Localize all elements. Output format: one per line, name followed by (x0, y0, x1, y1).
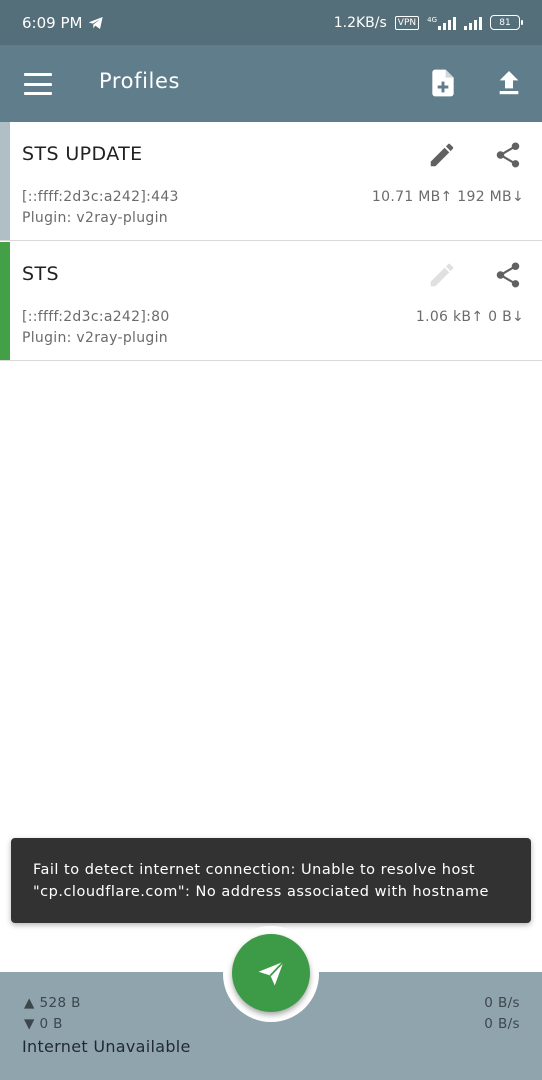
status-bar-left: 6:09 PM (22, 14, 104, 32)
upload-icon[interactable] (493, 67, 525, 99)
profile-server: [::ffff:2d3c:a242]:80 (22, 309, 170, 325)
connect-button[interactable] (232, 934, 310, 1012)
share-icon[interactable] (493, 260, 523, 290)
network-speed: 1.2KB/s (333, 14, 387, 31)
snackbar-line-2: "cp.cloudflare.com": No address associat… (33, 884, 489, 900)
status-bar-right: 1.2KB/s VPN 4G 81 (333, 14, 523, 31)
app-toolbar: Profiles (0, 45, 542, 122)
profile-traffic: 1.06 kB↑ 0 B↓ (415, 309, 524, 325)
add-file-icon[interactable] (427, 67, 459, 99)
profile-plugin: Plugin: v2ray-plugin (22, 330, 168, 346)
profile-plugin: Plugin: v2ray-plugin (22, 210, 168, 226)
signal-icon-2 (464, 16, 482, 30)
profile-server: [::ffff:2d3c:a242]:443 (22, 189, 179, 205)
network-type: 4G (427, 15, 437, 24)
connection-status: Internet Unavailable (22, 1037, 191, 1056)
tx-total: ▲ 528 B (24, 995, 81, 1011)
menu-icon[interactable] (22, 71, 54, 97)
rx-rate: 0 B/s (484, 1016, 520, 1032)
battery-icon: 81 (490, 15, 523, 30)
profile-name: STS (22, 263, 59, 285)
telegram-icon (89, 16, 104, 29)
page-title: Profiles (99, 69, 181, 93)
profile-accent-bar (0, 242, 10, 360)
share-icon[interactable] (493, 140, 523, 170)
error-snackbar: Fail to detect internet connection: Unab… (11, 838, 531, 923)
profile-name: STS UPDATE (22, 143, 143, 165)
signal-icon-1: 4G (427, 16, 456, 30)
clock: 6:09 PM (22, 13, 83, 32)
battery-level: 81 (499, 17, 511, 28)
rx-total: ▼ 0 B (24, 1016, 63, 1032)
snackbar-line-1: Fail to detect internet connection: Unab… (33, 862, 476, 878)
status-bar: 6:09 PM 1.2KB/s VPN 4G 81 (0, 0, 542, 45)
edit-icon[interactable] (427, 140, 457, 170)
profile-card[interactable]: STS [::ffff:2d3c:a242]:80 Plugin: v2ray-… (0, 242, 542, 361)
vpn-badge: VPN (394, 15, 420, 30)
paper-plane-icon (258, 961, 285, 986)
profile-card[interactable]: STS UPDATE [::ffff:2d3c:a242]:443 Plugin… (0, 122, 542, 241)
tx-rate: 0 B/s (484, 995, 520, 1011)
profile-traffic: 10.71 MB↑ 192 MB↓ (371, 189, 524, 205)
edit-icon (430, 263, 454, 287)
profile-accent-bar (0, 122, 10, 240)
